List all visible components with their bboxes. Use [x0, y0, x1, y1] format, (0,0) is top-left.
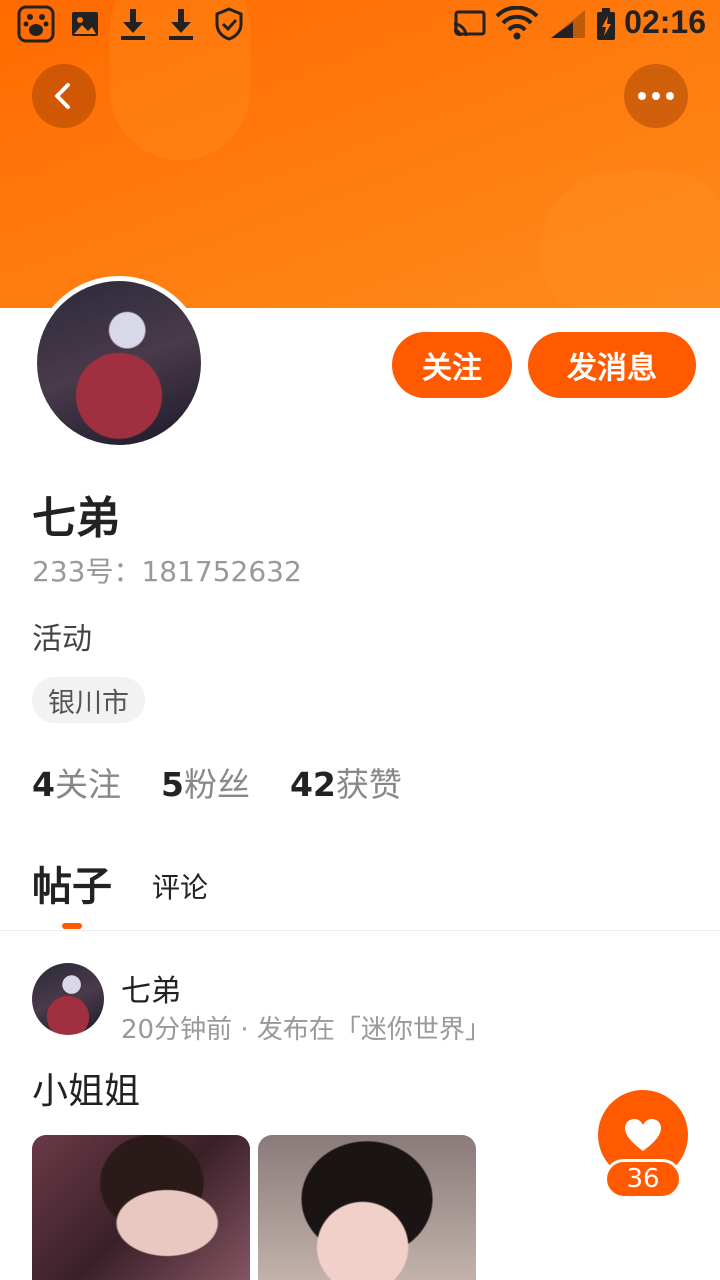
- stat-label: 关注: [54, 765, 121, 804]
- wifi-icon: [494, 6, 540, 42]
- shield-icon: [212, 6, 246, 42]
- profile-name: 七弟: [32, 493, 120, 544]
- status-bar: 02:16: [0, 0, 720, 50]
- stat-likes[interactable]: 42获赞: [290, 758, 402, 806]
- divider: [0, 930, 720, 931]
- baidu-app-icon: [16, 5, 56, 43]
- post-text[interactable]: 小姐姐: [32, 1062, 140, 1114]
- battery-charging-icon: [594, 6, 618, 42]
- more-dots-icon: [638, 92, 674, 100]
- banner-decoration: [540, 170, 720, 308]
- profile-uid: 233号：181752632: [32, 555, 302, 588]
- post-meta: 20分钟前 · 发布在「迷你世界」: [121, 1015, 491, 1045]
- status-time: 02:16: [624, 4, 706, 40]
- stat-number: 5: [160, 765, 184, 804]
- stat-label: 获赞: [335, 765, 402, 804]
- stat-label: 粉丝: [183, 765, 250, 804]
- like-count: 36: [604, 1159, 682, 1199]
- location-label: 银川市: [48, 687, 129, 719]
- profile-stats: 4关注 5粉丝 42获赞: [32, 758, 402, 806]
- tab-comments[interactable]: 评论: [152, 866, 208, 912]
- profile-bio: 活动: [32, 622, 92, 657]
- cast-icon: [450, 6, 490, 42]
- stat-followers[interactable]: 5粉丝: [161, 758, 250, 806]
- post-author-avatar[interactable]: [32, 963, 104, 1035]
- location-tag[interactable]: 银川市: [32, 677, 145, 723]
- stat-number: 42: [289, 765, 336, 804]
- avatar-image: [37, 281, 201, 445]
- post-author-name[interactable]: 七弟: [121, 966, 181, 1010]
- gallery-icon: [68, 6, 102, 42]
- more-options-button[interactable]: [624, 64, 688, 128]
- download-icon: [116, 6, 150, 42]
- back-button[interactable]: [32, 64, 96, 128]
- content-tabs: 帖子 评论: [32, 854, 208, 912]
- chevron-left-icon: [55, 83, 70, 109]
- post-photo[interactable]: [258, 1135, 476, 1280]
- stat-following[interactable]: 4关注: [32, 758, 121, 806]
- stat-number: 4: [32, 765, 55, 804]
- send-message-button[interactable]: 发消息: [528, 332, 696, 398]
- follow-button[interactable]: 关注: [392, 332, 512, 398]
- post-photo[interactable]: [32, 1135, 250, 1280]
- signal-icon: [548, 6, 588, 42]
- heart-icon: [625, 1119, 661, 1151]
- download-icon: [164, 6, 198, 42]
- tab-posts[interactable]: 帖子: [32, 854, 112, 912]
- active-tab-indicator: [62, 923, 82, 929]
- profile-avatar[interactable]: [32, 276, 206, 450]
